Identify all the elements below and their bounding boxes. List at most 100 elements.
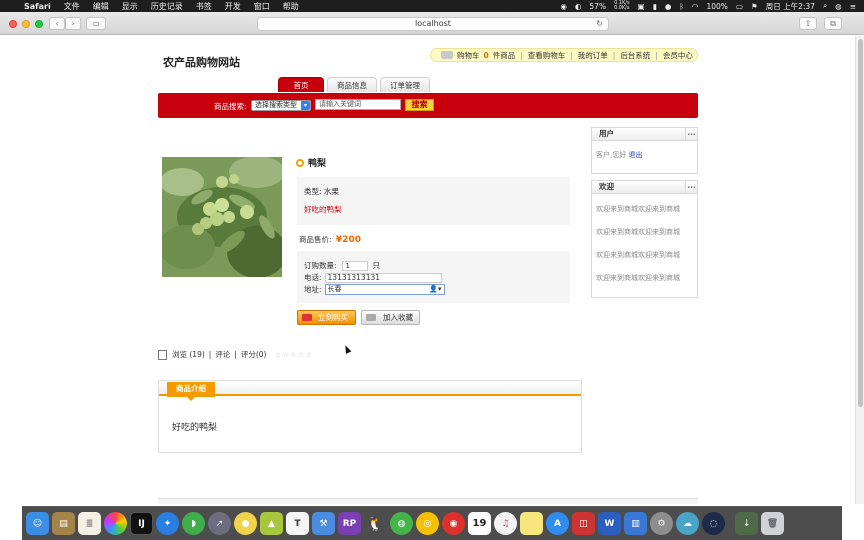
tab-home[interactable]: 首页 [278,77,324,92]
chick-icon[interactable]: ● [234,512,257,535]
favorite-icon [366,314,376,321]
tabs-overview-button[interactable]: ⧉ [824,17,842,30]
wifi-icon[interactable]: ◠ [692,2,699,11]
description-tab-bar: 商品介绍 [159,380,581,401]
intellij-icon[interactable]: IJ [130,512,153,535]
battery-percent[interactable]: 57% [589,2,606,11]
more-icon[interactable]: ... [685,181,697,193]
reload-icon[interactable]: ↻ [596,18,603,30]
address-input[interactable]: 长春 👤▾ [324,284,445,295]
wechat-menu-icon[interactable]: ● [665,2,672,11]
tab-orders[interactable]: 订单管理 [380,77,430,92]
sidebar-toggle-button[interactable]: ▭ [86,17,106,30]
search-type-select[interactable]: 选择搜索类型 ▾ [251,100,311,111]
forward-button[interactable]: › [65,17,81,30]
close-window-button[interactable] [9,20,17,28]
search-button[interactable]: 搜索 [405,99,434,111]
link-view-cart[interactable]: 查看购物车 [528,50,566,61]
menu-bookmarks[interactable]: 书签 [196,1,212,12]
tab-product-intro[interactable]: 商品介绍 [167,382,215,401]
preview-icon[interactable]: ▤ [52,512,75,535]
buy-now-button[interactable]: 立刻购买 [297,310,356,325]
minimize-window-button[interactable] [22,20,30,28]
window-controls [9,20,43,28]
xcode-icon[interactable]: ⚒ [312,512,335,535]
scrollbar-thumb[interactable] [858,39,863,407]
stickies-icon[interactable] [520,512,543,535]
phone-input[interactable]: 13131313131 [324,272,442,283]
trash-icon[interactable]: 🗑 [761,512,784,535]
downloads-icon[interactable]: ⇣ [735,512,758,535]
menu-edit[interactable]: 编辑 [93,1,109,12]
zoom-window-button[interactable] [35,20,43,28]
qty-input[interactable]: 1 [341,260,368,271]
bluetooth-icon[interactable]: ᛒ [679,2,684,11]
screen-icon[interactable]: ◫ [572,512,595,535]
textedit-icon[interactable]: T [286,512,309,535]
lock-icon[interactable]: ▮ [653,2,657,11]
calendar-icon[interactable]: 19 [468,512,491,535]
menu-view[interactable]: 显示 [122,1,138,12]
appstore-icon[interactable]: A [546,512,569,535]
android-studio-icon[interactable]: ▲ [260,512,283,535]
notification-icon[interactable]: ≡ [850,2,856,11]
product-title: 鸭梨 [296,156,326,169]
user-icon[interactable]: ◍ [835,2,842,11]
add-favorite-label: 加入收藏 [383,313,413,322]
safari-icon[interactable]: ✦ [156,512,179,535]
network-speed: 0.1K/s 0.0K/s [614,1,630,11]
finder-icon[interactable]: ☺ [26,512,49,535]
price-label: 商品售价: [299,235,332,244]
cart-icon [302,314,312,321]
more-icon[interactable]: ... [685,128,697,140]
share-button[interactable]: ⇧ [799,17,817,30]
netease-music-icon[interactable]: ◉ [442,512,465,535]
wechat-icon[interactable]: ◍ [390,512,413,535]
menu-file[interactable]: 文件 [64,1,80,12]
menu-help[interactable]: 帮助 [283,1,299,12]
logout-link[interactable]: 退出 [628,151,642,159]
chrome-like-icon[interactable]: ◎ [416,512,439,535]
menu-develop[interactable]: 开发 [225,1,241,12]
comments-link[interactable]: 评论 [215,349,230,360]
word-icon[interactable]: W [598,512,621,535]
record-icon[interactable]: ◉ [560,2,567,11]
android-icon[interactable]: ◗ [182,512,205,535]
photos-icon[interactable] [104,512,127,535]
tab-products[interactable]: 商品信息 [327,77,377,92]
link-admin[interactable]: 后台系统 [620,50,650,61]
moon-icon[interactable]: ◐ [575,2,582,11]
back-button[interactable]: ‹ [49,17,65,30]
qq-icon[interactable]: 🐧 [364,512,387,535]
battery-full[interactable]: 100% [706,2,727,11]
network-icon[interactable]: ◌ [702,512,725,535]
cloud-icon[interactable]: ☁ [676,512,699,535]
menu-window[interactable]: 窗口 [254,1,270,12]
dock: ☺ ▤ ≣ IJ ✦ ◗ ➚ ● ▲ T ⚒ RP 🐧 ◍ ◎ ◉ 19 ♫ A… [22,506,842,540]
phone-label: 电话: [304,273,322,282]
page-scrollbar[interactable] [855,36,864,504]
menu-history[interactable]: 历史记录 [151,1,183,12]
link-my-orders[interactable]: 我的订单 [578,50,608,61]
search-input[interactable]: 请输入关键词 [315,99,401,110]
flag-icon[interactable]: ⚑ [751,2,758,11]
rp-icon[interactable]: RP [338,512,361,535]
itunes-icon[interactable]: ♫ [494,512,517,535]
menu-app-safari[interactable]: Safari [24,2,51,11]
nav-separator: | [655,50,658,60]
monitor-icon[interactable]: ▣ [638,2,645,11]
order-form: 订购数量: 1 只 电话: 13131313131 地址: 长春 👤▾ [297,251,570,303]
notes-icon[interactable]: ≣ [78,512,101,535]
clock[interactable]: 周日 上午2:37 [766,1,815,12]
link-member-center[interactable]: 会员中心 [663,50,693,61]
add-favorite-button[interactable]: 加入收藏 [361,310,420,325]
address-text: localhost [415,19,451,28]
address-bar[interactable]: localhost ↻ [257,17,609,31]
settings-icon[interactable]: ⚙ [650,512,673,535]
autofill-contact-icon[interactable]: 👤▾ [429,285,441,294]
rating-stars[interactable]: ☆☆☆☆☆ [274,350,313,359]
launchpad-icon[interactable]: ➚ [208,512,231,535]
keynote-icon[interactable]: ▥ [624,512,647,535]
spotlight-icon[interactable]: ⌕ [823,1,827,11]
battery-icon[interactable]: ▭ [736,2,743,11]
